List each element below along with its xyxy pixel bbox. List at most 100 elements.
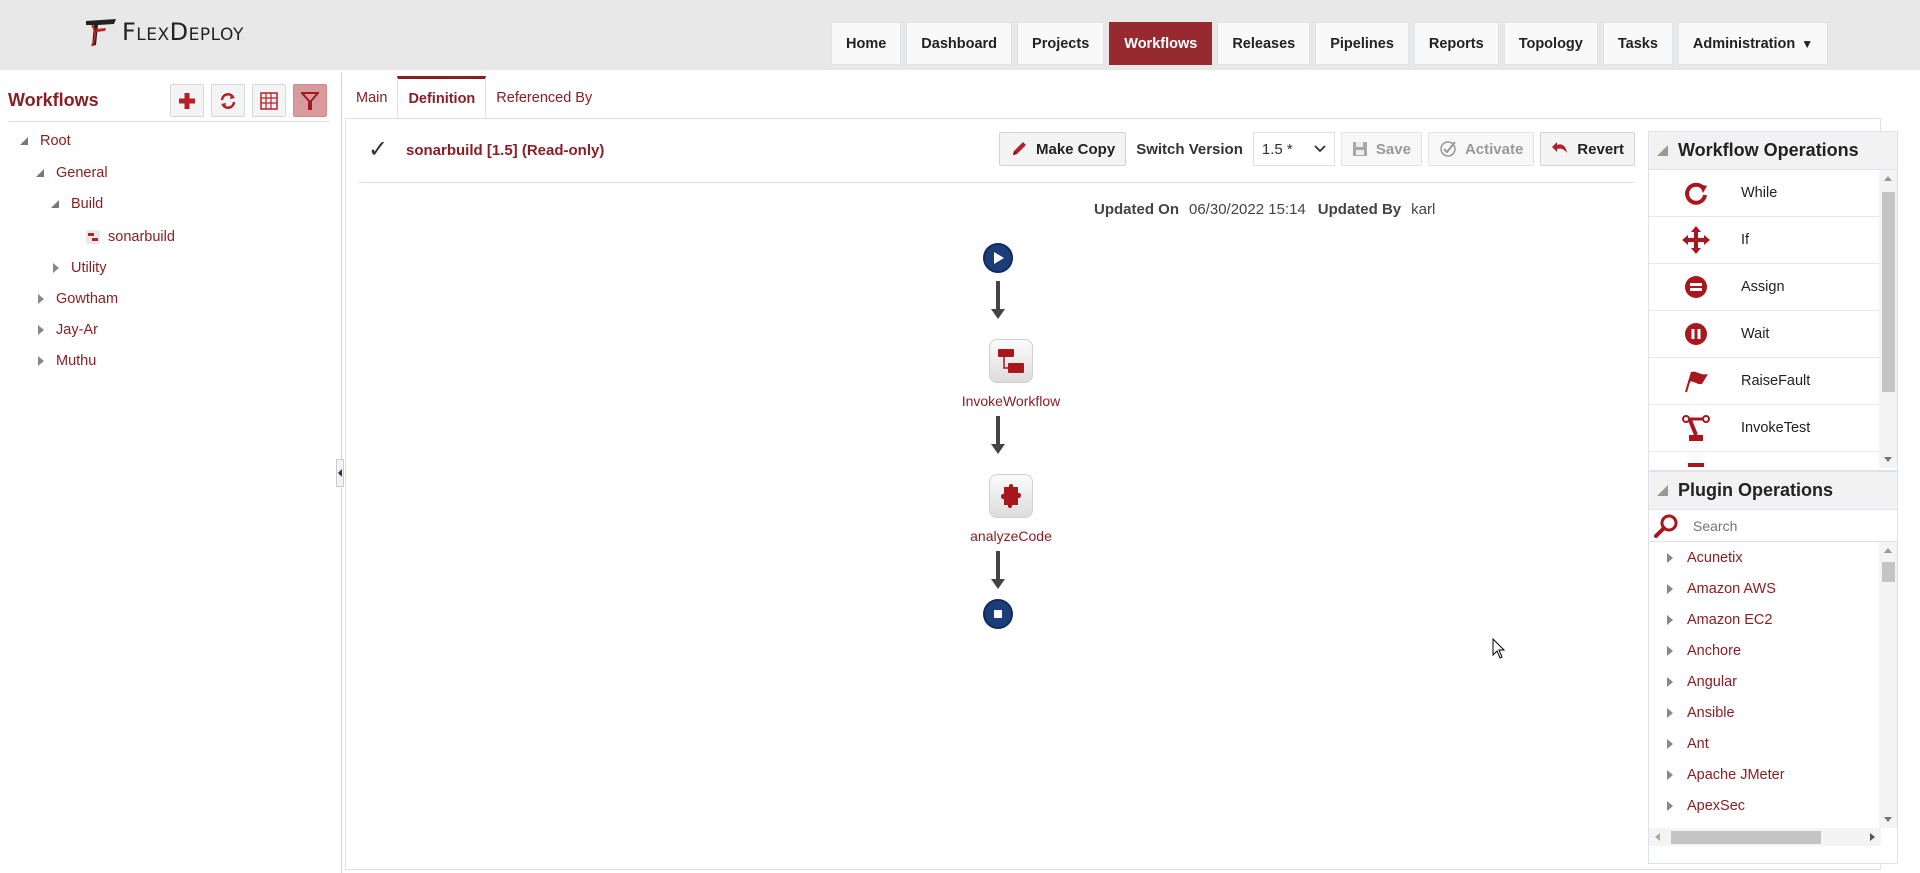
nav-tasks[interactable]: Tasks xyxy=(1602,22,1673,65)
collapsed-triangle-icon[interactable] xyxy=(1663,551,1677,565)
collapsed-triangle-icon[interactable] xyxy=(1663,613,1677,627)
tree-node-root[interactable]: Root xyxy=(18,130,71,152)
scroll-thumb[interactable] xyxy=(1882,562,1895,582)
button-label: Activate xyxy=(1464,140,1524,158)
plugin-item[interactable]: Acunetix xyxy=(1649,542,1897,573)
collapsed-triangle-icon[interactable] xyxy=(1663,675,1677,689)
op-assign[interactable]: Assign xyxy=(1649,264,1879,311)
nav-topology[interactable]: Topology xyxy=(1503,22,1598,65)
flow-node-analyzecode[interactable]: analyzeCode xyxy=(951,474,1071,544)
op-invoketest[interactable]: InvokeTest xyxy=(1649,405,1879,452)
op-label: If xyxy=(1741,232,1750,248)
op-label: While xyxy=(1741,185,1778,201)
nav-releases[interactable]: Releases xyxy=(1217,22,1311,65)
tree-node-general[interactable]: General xyxy=(34,162,108,184)
checkmark-icon: ✓ xyxy=(368,135,389,163)
plugin-item[interactable]: Amazon AWS xyxy=(1649,573,1897,604)
op-if[interactable]: If xyxy=(1649,217,1879,264)
expanded-triangle-icon[interactable] xyxy=(34,166,48,180)
collapsed-triangle-icon[interactable] xyxy=(1663,799,1677,813)
save-disk-icon xyxy=(1352,142,1367,156)
plugin-list-scrollbar[interactable] xyxy=(1879,542,1897,828)
op-partial-next[interactable] xyxy=(1649,452,1879,470)
nav-pipelines[interactable]: Pipelines xyxy=(1315,22,1409,65)
scroll-down-icon[interactable] xyxy=(1884,457,1892,462)
make-copy-button[interactable]: Make Copy xyxy=(998,132,1127,166)
plugin-operations-header[interactable]: Plugin Operations xyxy=(1649,472,1897,510)
plugin-item[interactable]: Angular xyxy=(1649,666,1897,697)
nav-dashboard[interactable]: Dashboard xyxy=(906,22,1013,65)
revert-button[interactable]: Revert xyxy=(1540,132,1635,166)
scroll-right-icon[interactable] xyxy=(1870,833,1875,841)
flow-start-node[interactable] xyxy=(983,243,1013,273)
plugin-item[interactable]: Ansible xyxy=(1649,697,1897,728)
top-bar: FlexDeploy Home Dashboard Projects Workf… xyxy=(0,0,1920,70)
scroll-up-icon[interactable] xyxy=(1884,548,1892,553)
collapsed-triangle-icon[interactable] xyxy=(1663,706,1677,720)
expanded-triangle-icon[interactable] xyxy=(49,197,63,211)
plugin-search-input[interactable] xyxy=(1691,516,1871,535)
add-workflow-button[interactable] xyxy=(170,84,204,117)
tree-node-label: Muthu xyxy=(56,353,97,369)
plugin-list-hscrollbar[interactable] xyxy=(1649,828,1881,846)
stop-icon[interactable] xyxy=(983,599,1013,629)
collapsed-triangle-icon[interactable] xyxy=(1663,737,1677,751)
plugin-item[interactable]: Apache JMeter xyxy=(1649,759,1897,790)
plugin-item[interactable]: Ant xyxy=(1649,728,1897,759)
flexdeploy-logo[interactable]: FlexDeploy xyxy=(84,16,244,48)
plugin-label: Anchore xyxy=(1687,642,1742,659)
table-view-button[interactable] xyxy=(252,84,286,117)
hscroll-thumb[interactable] xyxy=(1671,831,1821,844)
collapse-panel-handle[interactable] xyxy=(336,459,344,487)
flow-end-node[interactable] xyxy=(983,599,1013,629)
refresh-button[interactable] xyxy=(211,84,245,117)
invoke-workflow-icon[interactable] xyxy=(989,339,1033,383)
nav-administration[interactable]: Administration ▼ xyxy=(1677,22,1829,65)
collapsed-triangle-icon[interactable] xyxy=(1663,644,1677,658)
nav-label: Tasks xyxy=(1617,35,1658,52)
updated-by-label: Updated By xyxy=(1317,201,1402,218)
tree-node-jay-ar[interactable]: Jay-Ar xyxy=(34,319,98,341)
op-while[interactable]: While xyxy=(1649,170,1879,217)
collapsed-triangle-icon[interactable] xyxy=(34,292,48,306)
tree-node-sonarbuild[interactable]: sonarbuild xyxy=(86,226,175,248)
activate-button[interactable]: Activate xyxy=(1427,132,1535,166)
op-wait[interactable]: Wait xyxy=(1649,311,1879,358)
plugin-puzzle-icon[interactable] xyxy=(989,474,1033,518)
flow-arrow xyxy=(991,281,1005,319)
expanded-triangle-icon[interactable] xyxy=(18,134,32,148)
collapsed-triangle-icon[interactable] xyxy=(1663,582,1677,596)
filter-button[interactable] xyxy=(293,84,327,117)
editor-header: ✓ sonarbuild [1.5] (Read-only) Make Copy… xyxy=(358,119,1635,183)
save-button[interactable]: Save xyxy=(1340,132,1422,166)
scroll-down-icon[interactable] xyxy=(1884,817,1892,822)
flow-node-invokeworkflow[interactable]: InvokeWorkflow xyxy=(951,339,1071,409)
plugin-item[interactable]: Anchore xyxy=(1649,635,1897,666)
tree-node-gowtham[interactable]: Gowtham xyxy=(34,288,118,310)
workflow-ops-scrollbar[interactable] xyxy=(1879,170,1897,468)
workflow-operations-header[interactable]: Workflow Operations xyxy=(1649,132,1897,170)
nav-workflows[interactable]: Workflows xyxy=(1109,22,1213,65)
version-select[interactable]: 1.5 * xyxy=(1252,132,1335,166)
play-icon[interactable] xyxy=(983,243,1013,273)
nav-home[interactable]: Home xyxy=(831,22,902,65)
collapsed-triangle-icon[interactable] xyxy=(49,261,63,275)
scroll-left-icon[interactable] xyxy=(1655,833,1660,841)
scroll-up-icon[interactable] xyxy=(1884,176,1892,181)
collapsed-triangle-icon[interactable] xyxy=(34,354,48,368)
op-raisefault[interactable]: RaiseFault xyxy=(1649,358,1879,405)
plugin-item[interactable]: Amazon EC2 xyxy=(1649,604,1897,635)
tree-node-build[interactable]: Build xyxy=(49,193,103,215)
nav-reports[interactable]: Reports xyxy=(1413,22,1499,65)
scroll-thumb[interactable] xyxy=(1882,192,1895,392)
plugin-item[interactable]: ApexSec xyxy=(1649,790,1897,821)
collapsed-triangle-icon[interactable] xyxy=(34,323,48,337)
tree-node-utility[interactable]: Utility xyxy=(49,257,106,279)
tree-node-label: Gowtham xyxy=(56,291,119,307)
nav-projects[interactable]: Projects xyxy=(1017,22,1105,65)
tab-referenced-by[interactable]: Referenced By xyxy=(486,78,602,118)
tree-node-muthu[interactable]: Muthu xyxy=(34,350,96,372)
collapsed-triangle-icon[interactable] xyxy=(1663,768,1677,782)
tab-main[interactable]: Main xyxy=(346,78,397,118)
tab-definition[interactable]: Definition xyxy=(397,76,487,119)
